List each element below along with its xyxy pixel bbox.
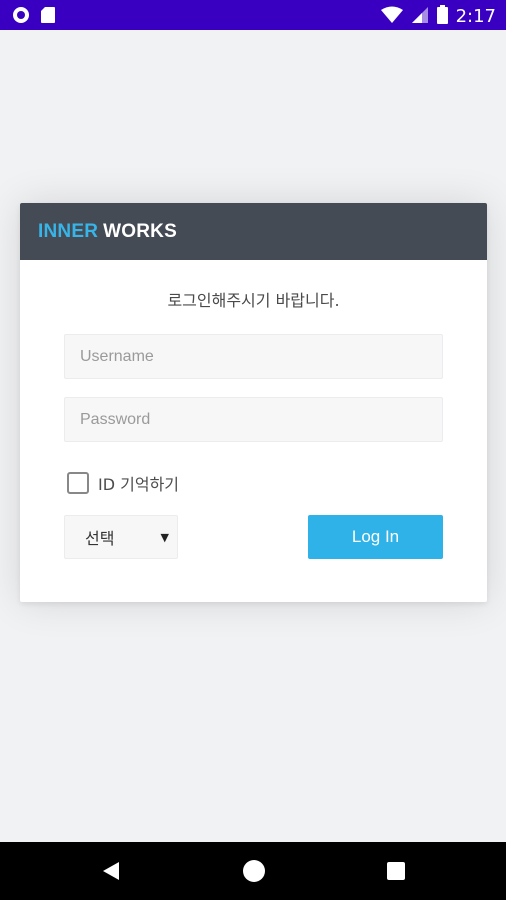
dropdown-arrow-icon: ▼ — [160, 530, 169, 544]
remember-id[interactable]: ID 기억하기 — [67, 471, 179, 495]
brand-works: WORKS — [103, 220, 177, 242]
option-select[interactable]: 선택 ▼ — [64, 515, 178, 559]
remember-label: ID 기억하기 — [98, 475, 180, 494]
wifi-icon — [380, 6, 403, 29]
sd-card-icon — [40, 6, 56, 29]
login-card: INNER WORKS 로그인해주시기 바랍니다. ID 기억하기 선택 ▼ L… — [20, 203, 487, 602]
battery-icon — [436, 5, 448, 29]
status-bar: 2:17 — [0, 0, 506, 30]
status-right-icons: 2:17 — [380, 5, 496, 29]
login-button[interactable]: Log In — [308, 515, 443, 559]
status-left-icons — [12, 6, 56, 29]
username-input[interactable] — [64, 334, 443, 379]
login-prompt: 로그인해주시기 바랍니다. — [167, 291, 340, 310]
status-time: 2:17 — [455, 6, 496, 27]
recents-icon[interactable] — [387, 862, 405, 880]
signal-icon — [411, 6, 429, 29]
remember-checkbox[interactable] — [67, 472, 89, 494]
select-value: 선택 — [85, 529, 115, 548]
home-icon[interactable] — [243, 860, 265, 882]
password-input[interactable] — [64, 397, 443, 442]
circle-notification-icon — [12, 6, 30, 29]
navigation-bar — [0, 842, 506, 900]
brand-inner: INNER — [38, 220, 99, 242]
back-icon[interactable] — [101, 861, 121, 886]
card-header: INNER WORKS — [20, 203, 487, 260]
